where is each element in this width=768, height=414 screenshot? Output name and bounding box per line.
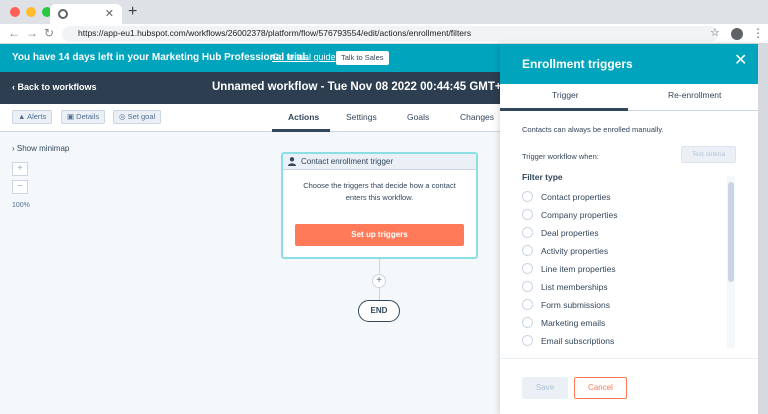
cancel-button[interactable]: Cancel: [574, 377, 627, 399]
back-to-workflows-link[interactable]: ‹ Back to workflows: [12, 82, 97, 92]
tab-trigger[interactable]: Trigger: [552, 90, 579, 100]
trigger-card-description: Choose the triggers that decide how a co…: [303, 181, 456, 202]
set-up-triggers-button[interactable]: Set up triggers: [295, 224, 464, 246]
close-window-button[interactable]: [10, 7, 20, 17]
details-label: Details: [76, 112, 100, 121]
page-edge-scrollbar: [758, 44, 768, 414]
panel-footer-divider: [500, 358, 758, 359]
back-icon[interactable]: ←: [8, 26, 20, 40]
radio-icon[interactable]: [522, 209, 533, 220]
enrollment-trigger-card[interactable]: Contact enrollment trigger Choose the tr…: [281, 152, 478, 259]
radio-icon[interactable]: [522, 335, 533, 346]
filter-option-label: Deal properties: [541, 228, 599, 238]
connector-line: [379, 288, 380, 300]
zoom-in-button[interactable]: +: [12, 162, 28, 176]
url-input[interactable]: https://app-eu1.hubspot.com/workflows/26…: [62, 26, 718, 42]
profile-avatar-icon[interactable]: [731, 28, 743, 40]
talk-to-sales-button[interactable]: Talk to Sales: [336, 51, 389, 65]
end-node: END: [358, 300, 400, 322]
save-button[interactable]: Save: [522, 377, 568, 399]
alerts-label: Alerts: [27, 112, 47, 121]
filter-option-label: Activity properties: [541, 246, 609, 256]
radio-icon[interactable]: [522, 245, 533, 256]
trial-guide-link[interactable]: Go to trial guide: [272, 52, 336, 62]
trigger-card-title: Contact enrollment trigger: [301, 157, 394, 166]
zoom-level: 100%: [12, 202, 30, 209]
filter-option-label: Company properties: [541, 210, 618, 220]
filter-option-list-memberships[interactable]: List memberships: [522, 281, 722, 293]
minimize-window-button[interactable]: [26, 7, 36, 17]
radio-icon[interactable]: [522, 299, 533, 310]
set-goal-button[interactable]: ◎ Set goal: [113, 110, 162, 124]
close-tab-icon[interactable]: ✕: [105, 7, 114, 20]
details-button[interactable]: ▣ Details: [61, 110, 106, 124]
trigger-when-label: Trigger workflow when:: [522, 152, 599, 161]
active-panel-tab-indicator: [500, 108, 628, 111]
filter-option-contact-properties[interactable]: Contact properties: [522, 191, 722, 203]
filter-type-heading: Filter type: [522, 172, 563, 182]
filter-option-label: Marketing emails: [541, 318, 606, 328]
connector-line: [379, 259, 380, 274]
favicon-icon: [58, 9, 68, 19]
filter-option-label: Contact properties: [541, 192, 611, 202]
radio-icon[interactable]: [522, 191, 533, 202]
tab-re-enrollment[interactable]: Re-enrollment: [668, 90, 721, 100]
zoom-out-button[interactable]: −: [12, 180, 28, 194]
new-tab-button[interactable]: +: [128, 3, 137, 21]
filter-option-deal-properties[interactable]: Deal properties: [522, 227, 722, 239]
workflow-canvas[interactable]: › Show minimap + − 100% Contact enrollme…: [0, 132, 500, 414]
set-goal-label: Set goal: [127, 112, 156, 121]
workflow-title[interactable]: Unnamed workflow - Tue Nov 08 2022 00:44…: [212, 81, 527, 93]
filter-option-label: Form submissions: [541, 300, 610, 310]
trial-banner-text: You have 14 days left in your Marketing …: [12, 52, 309, 63]
browser-tab[interactable]: ✕: [50, 4, 122, 24]
browser-menu-icon[interactable]: ⋮: [752, 26, 764, 40]
workflow-header: ‹ Back to workflows Unnamed workflow - T…: [0, 72, 527, 104]
filter-option-line-item-properties[interactable]: Line item properties: [522, 263, 722, 275]
filter-option-label: Email subscriptions: [541, 336, 615, 346]
radio-icon[interactable]: [522, 227, 533, 238]
close-icon[interactable]: ✕: [734, 53, 747, 69]
forward-icon[interactable]: →: [26, 26, 38, 40]
contact-person-icon: [288, 157, 296, 166]
test-criteria-button[interactable]: Test criteria: [681, 146, 736, 163]
bookmark-star-icon[interactable]: ☆: [710, 26, 720, 39]
panel-header: Enrollment triggers ✕: [500, 44, 758, 84]
tab-actions[interactable]: Actions: [288, 112, 319, 122]
show-minimap-label: Show minimap: [16, 144, 70, 153]
tab-changes[interactable]: Changes: [460, 112, 494, 122]
url-text: https://app-eu1.hubspot.com/workflows/26…: [78, 28, 472, 38]
filter-option-activity-properties[interactable]: Activity properties: [522, 245, 722, 257]
show-minimap-toggle[interactable]: › Show minimap: [12, 144, 69, 153]
filter-option-label: List memberships: [541, 282, 608, 292]
add-action-button[interactable]: +: [372, 274, 386, 288]
tab-settings[interactable]: Settings: [346, 112, 377, 122]
filter-option-form-submissions[interactable]: Form submissions: [522, 299, 722, 311]
radio-icon[interactable]: [522, 317, 533, 328]
radio-icon[interactable]: [522, 263, 533, 274]
window-controls: [10, 7, 52, 17]
workflow-toolbar: ▲ Alerts ▣ Details ◎ Set goal Actions Se…: [0, 104, 500, 132]
back-to-workflows-label: Back to workflows: [17, 82, 97, 92]
radio-icon[interactable]: [522, 281, 533, 292]
address-bar: ← → ↻ https://app-eu1.hubspot.com/workfl…: [0, 24, 768, 44]
manual-enrollment-note: Contacts can always be enrolled manually…: [522, 125, 664, 134]
panel-title: Enrollment triggers: [522, 57, 633, 71]
filter-option-label: Line item properties: [541, 264, 616, 274]
filter-option-email-subscriptions[interactable]: Email subscriptions: [522, 335, 722, 347]
trigger-card-header: Contact enrollment trigger: [283, 154, 476, 170]
alerts-button[interactable]: ▲ Alerts: [12, 110, 53, 124]
filter-option-marketing-emails[interactable]: Marketing emails: [522, 317, 722, 329]
filter-type-list: Filter type Contact properties Company p…: [522, 170, 736, 350]
tab-goals[interactable]: Goals: [407, 112, 429, 122]
reload-icon[interactable]: ↻: [44, 26, 54, 40]
filter-list-scroll-thumb[interactable]: [728, 182, 734, 282]
enrollment-triggers-panel: Enrollment triggers ✕ Trigger Re-enrollm…: [500, 44, 758, 414]
filter-option-company-properties[interactable]: Company properties: [522, 209, 722, 221]
browser-tab-bar: ✕ +: [0, 0, 768, 24]
